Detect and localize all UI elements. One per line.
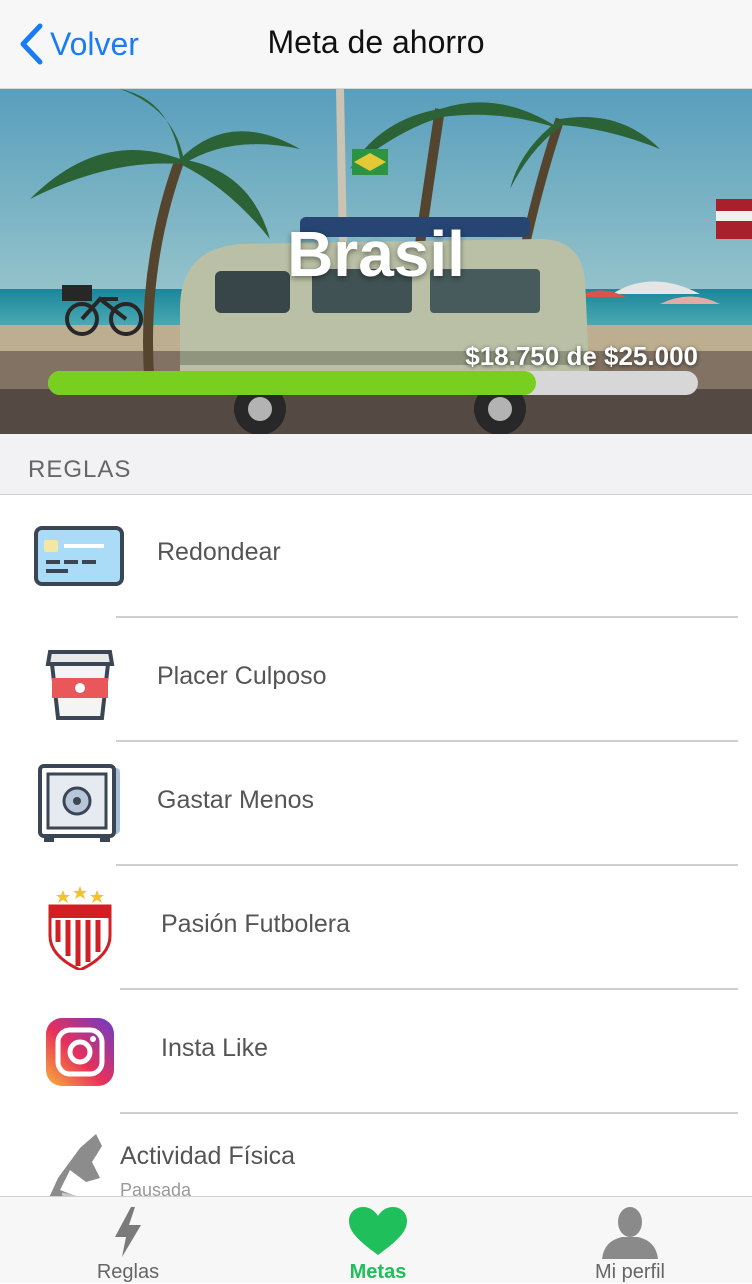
person-icon bbox=[602, 1207, 658, 1259]
goal-hero: Brasil $18.750 de $25.000 bbox=[0, 89, 752, 434]
rule-label: Actividad Física bbox=[120, 1142, 296, 1170]
goal-progress-fill bbox=[48, 371, 536, 395]
heart-icon bbox=[349, 1207, 407, 1255]
list-item[interactable]: Pasión Futbolera bbox=[0, 866, 752, 990]
list-item[interactable]: Gastar Menos bbox=[0, 742, 752, 866]
goal-progress-bar bbox=[48, 371, 698, 395]
instagram-icon bbox=[46, 1018, 114, 1086]
rule-label: Redondear bbox=[157, 538, 281, 566]
rule-label: Gastar Menos bbox=[157, 786, 315, 814]
tab-mi-perfil[interactable]: Mi perfil bbox=[540, 1197, 720, 1283]
list-item[interactable]: Redondear bbox=[0, 494, 752, 618]
navigation-bar: Volver Meta de ahorro bbox=[0, 0, 752, 89]
tab-metas[interactable]: Metas bbox=[288, 1197, 468, 1283]
coffee-cup-icon bbox=[45, 650, 115, 720]
rule-label: Placer Culposo bbox=[157, 662, 327, 690]
necaxa-shield-icon bbox=[48, 886, 112, 970]
tab-label: Metas bbox=[349, 1261, 407, 1283]
rule-label: Pasión Futbolera bbox=[161, 910, 351, 938]
list-item[interactable]: Placer Culposo bbox=[0, 618, 752, 742]
section-title: REGLAS bbox=[28, 456, 132, 483]
tab-label: Reglas bbox=[96, 1261, 160, 1283]
rules-list: Redondear Placer Culposo Gastar Menos Pa… bbox=[0, 494, 752, 1238]
lightning-icon bbox=[115, 1207, 141, 1257]
rule-label: Insta Like bbox=[161, 1034, 269, 1062]
goal-name: Brasil bbox=[287, 218, 465, 290]
goal-amount: $18.750 de $25.000 bbox=[465, 341, 698, 371]
tab-bar: Reglas Metas Mi perfil bbox=[0, 1196, 752, 1283]
tab-reglas[interactable]: Reglas bbox=[38, 1197, 218, 1283]
safe-icon bbox=[38, 764, 120, 842]
section-header: REGLAS bbox=[0, 434, 752, 495]
credit-card-icon bbox=[34, 526, 124, 586]
tab-label: Mi perfil bbox=[594, 1261, 665, 1283]
page-title: Meta de ahorro bbox=[267, 24, 485, 60]
list-item[interactable]: Insta Like bbox=[0, 990, 752, 1114]
